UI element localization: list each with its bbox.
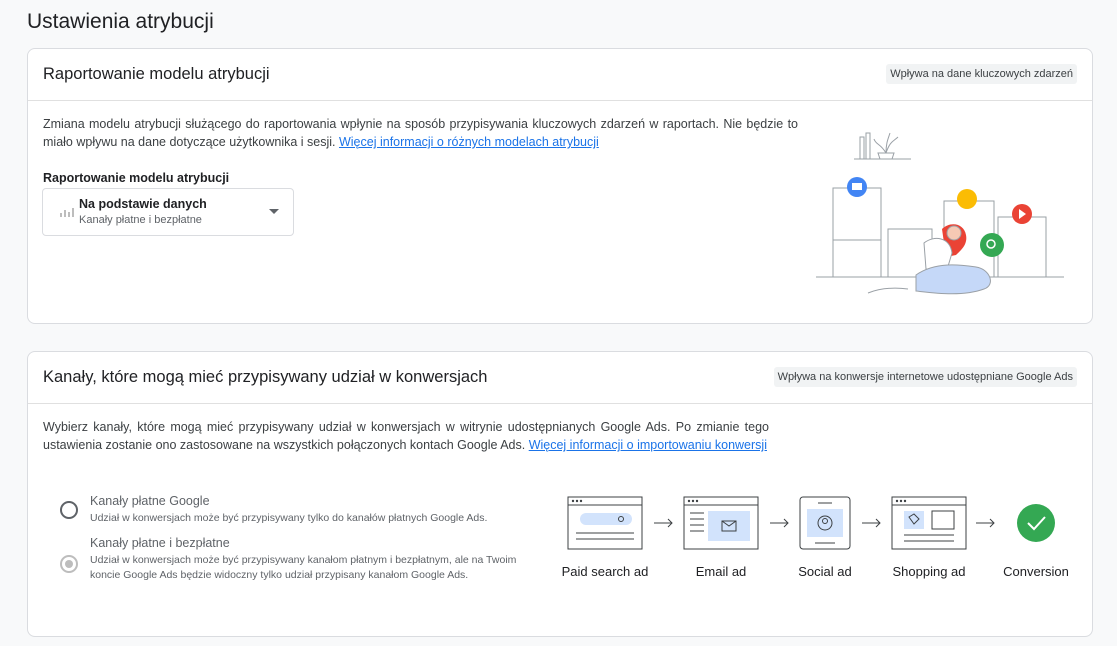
conversion-channels-card: Kanały, które mogą mieć przypisywany udz… xyxy=(27,351,1093,637)
page-title: Ustawienia atrybucji xyxy=(27,10,214,33)
radio-paid-and-organic[interactable] xyxy=(60,555,78,573)
option-title: Kanały płatne Google xyxy=(90,494,210,508)
card-title: Raportowanie modelu atrybucji xyxy=(43,65,270,83)
card-header: Kanały, które mogą mieć przypisywany udz… xyxy=(28,352,1092,404)
shopping-ad-icon xyxy=(891,496,967,550)
paid-search-ad-icon xyxy=(567,496,643,550)
select-subvalue: Kanały płatne i bezpłatne xyxy=(79,214,202,226)
impact-chip: Wpływa na dane kluczowych zdarzeń xyxy=(886,64,1077,84)
attribution-model-select[interactable]: Na podstawie danych Kanały płatne i bezp… xyxy=(42,188,294,236)
impact-chip: Wpływa na konwersje internetowe udostępn… xyxy=(773,367,1077,387)
select-value: Na podstawie danych xyxy=(79,197,207,211)
flow-label-social: Social ad xyxy=(798,564,852,579)
attribution-reporting-card: Raportowanie modelu atrybucji Wpływa na … xyxy=(27,48,1093,324)
chevron-down-icon xyxy=(269,209,279,214)
social-ad-icon xyxy=(799,496,851,550)
attribution-illustration xyxy=(816,132,1064,295)
flow-label-email: Email ad xyxy=(695,564,747,579)
conversion-check-icon xyxy=(1017,504,1055,542)
card-title: Kanały, które mogą mieć przypisywany udz… xyxy=(43,368,488,386)
option-title: Kanały płatne i bezpłatne xyxy=(90,536,230,550)
card-header: Raportowanie modelu atrybucji Wpływa na … xyxy=(28,49,1092,101)
bar-chart-icon xyxy=(60,208,74,217)
flow-label-conversion: Conversion xyxy=(1003,564,1069,579)
card-description: Wybierz kanały, które mogą mieć przypisy… xyxy=(43,418,769,454)
flow-label-shopping: Shopping ad xyxy=(892,564,966,579)
email-ad-icon xyxy=(683,496,759,550)
option-description: Udział w konwersjach może być przypisywa… xyxy=(90,512,488,524)
flow-label-paid-search: Paid search ad xyxy=(561,564,649,579)
import-conversions-link[interactable]: Więcej informacji o importowaniu konwers… xyxy=(529,438,767,452)
option-description: Udział w konwersjach może być przypisywa… xyxy=(90,554,517,581)
radio-google-paid[interactable] xyxy=(60,501,78,519)
card-description: Zmiana modelu atrybucji służącego do rap… xyxy=(43,115,798,151)
attribution-models-link[interactable]: Więcej informacji o różnych modelach atr… xyxy=(339,135,599,149)
field-label: Raportowanie modelu atrybucji xyxy=(43,171,230,185)
